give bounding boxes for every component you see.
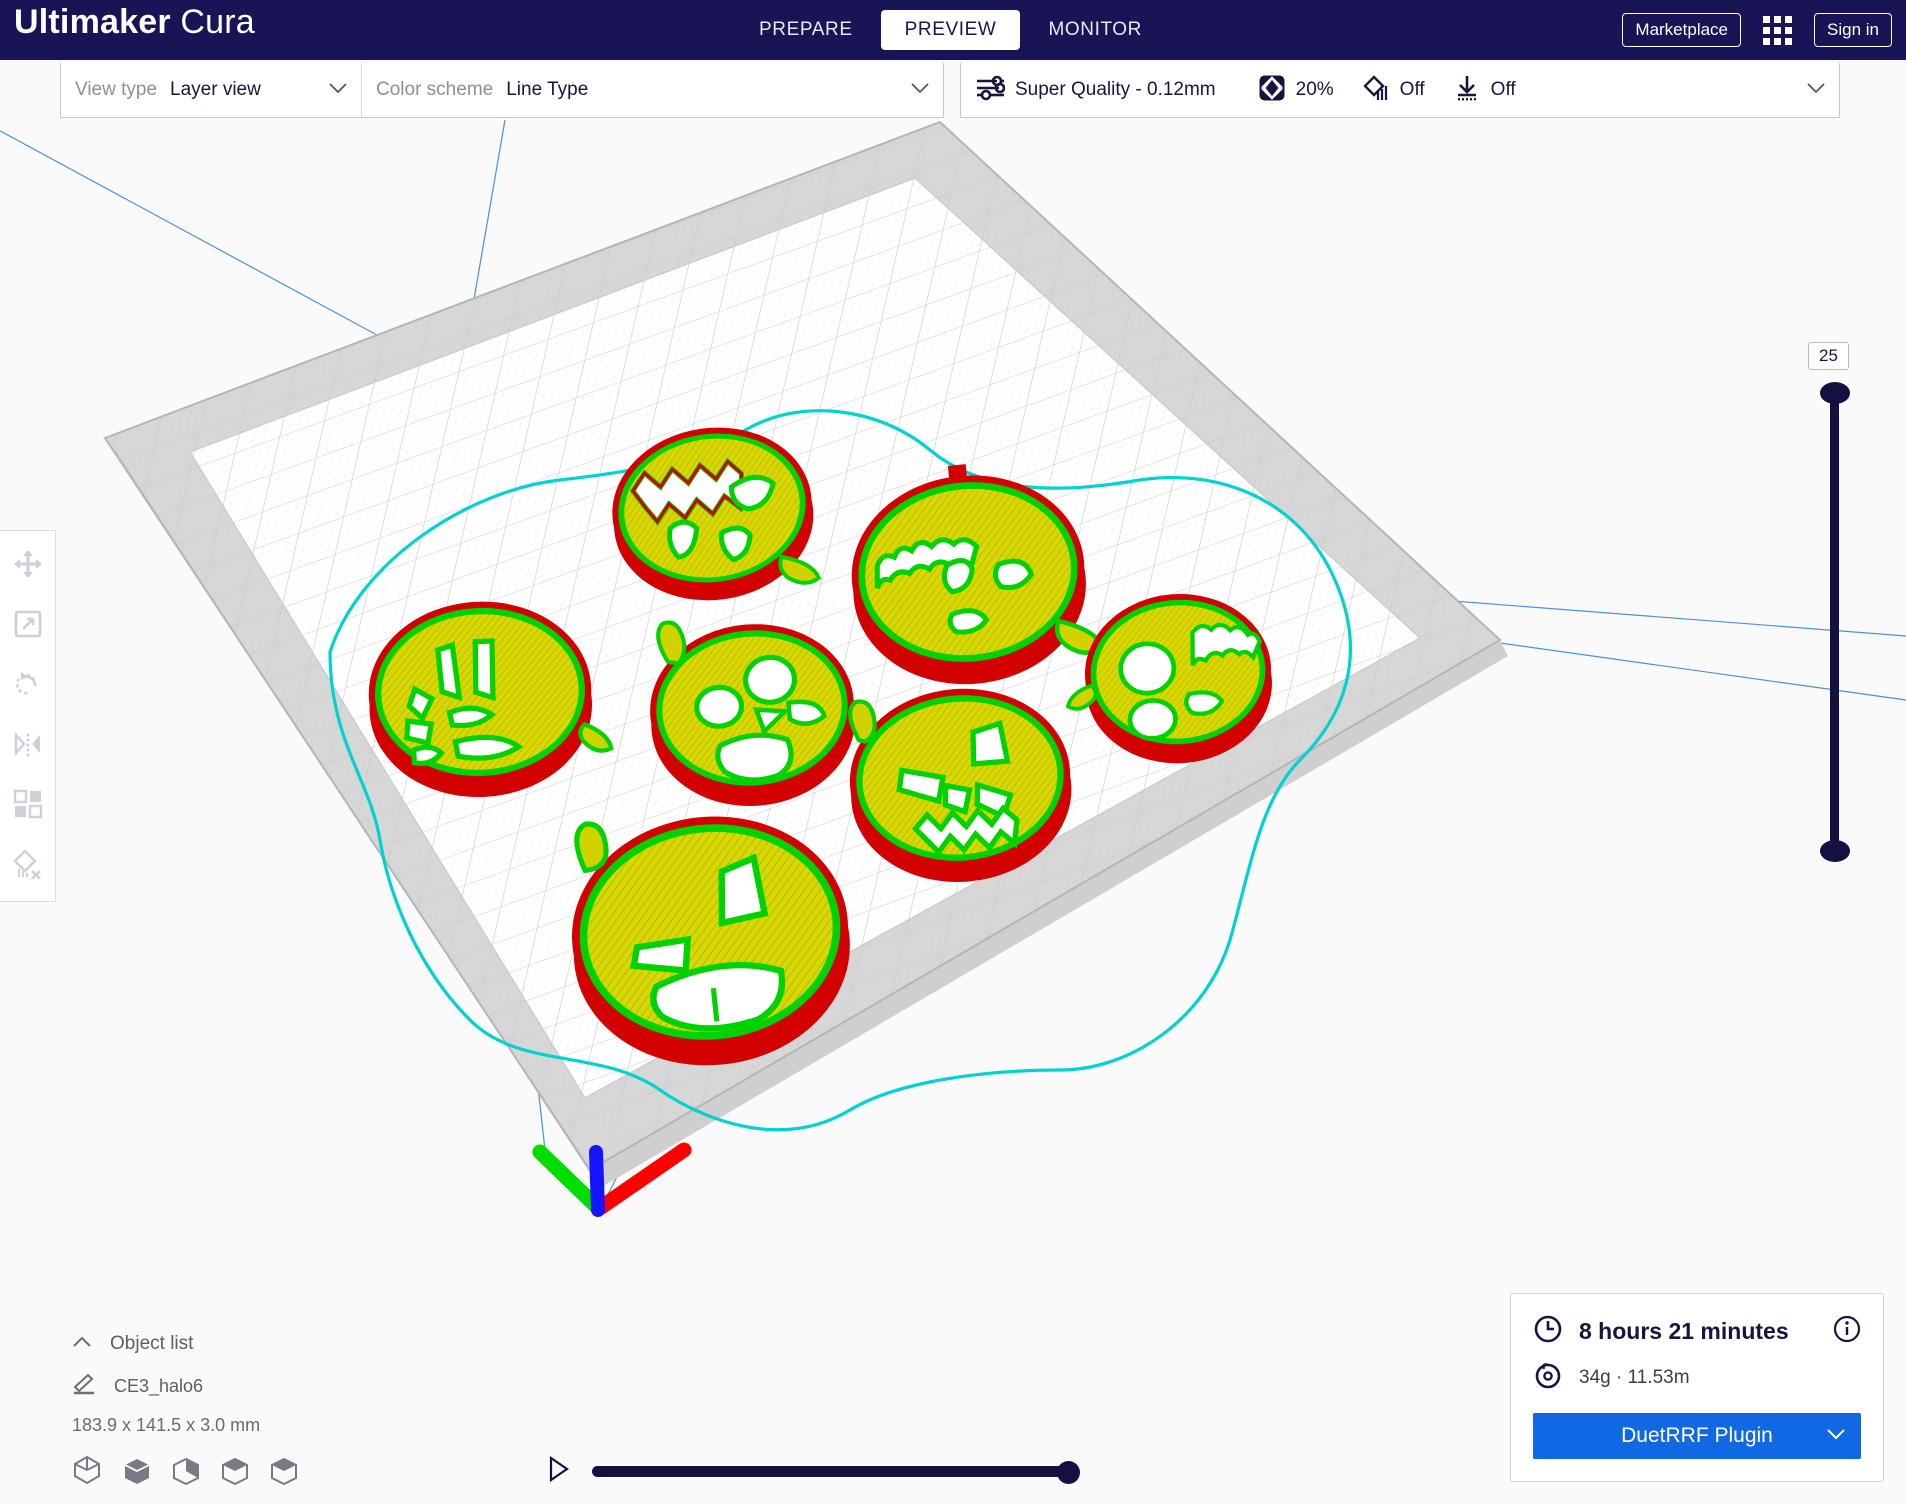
view-type-value: Layer view — [170, 79, 261, 100]
play-icon[interactable] — [548, 1455, 570, 1487]
print-info-card: 8 hours 21 minutes 34g · 11.53m DuetRRF … — [1510, 1293, 1884, 1482]
sign-in-button[interactable]: Sign in — [1814, 13, 1892, 47]
view-front-icon[interactable] — [121, 1455, 151, 1490]
chevron-up-icon — [72, 1335, 92, 1353]
object-dimensions: 183.9 x 141.5 x 3.0 mm — [72, 1415, 261, 1435]
view-type-dropdown[interactable]: View type Layer view — [61, 63, 361, 117]
simulation-play-bar — [548, 1455, 1080, 1487]
pencil-icon — [72, 1373, 96, 1400]
chevron-down-icon — [893, 81, 929, 99]
tab-prepare[interactable]: PREPARE — [735, 10, 877, 50]
main-tabs: PREPARE PREVIEW MONITOR — [735, 0, 1166, 60]
path-slider[interactable] — [592, 1460, 1080, 1484]
color-scheme-label: Color scheme — [376, 79, 494, 100]
sliders-icon — [975, 75, 1006, 106]
move-tool[interactable] — [11, 549, 45, 583]
tool-rail — [0, 530, 56, 902]
view-right-icon[interactable] — [268, 1455, 298, 1490]
brand-strong: Ultimaker — [14, 3, 171, 41]
infill-value: 20% — [1295, 79, 1334, 100]
path-slider-track[interactable] — [592, 1466, 1078, 1477]
per-model-settings-icon — [13, 789, 43, 824]
print-settings-toolbar[interactable]: Super Quality - 0.12mm 20% Off Off — [960, 63, 1840, 118]
support-blocker-icon — [12, 848, 43, 884]
clock-icon — [1533, 1314, 1563, 1349]
view-settings-toolbar: View type Layer view Color scheme Line T… — [60, 63, 944, 118]
object-list-toggle[interactable]: Object list — [72, 1333, 298, 1355]
support-summary[interactable]: Off — [1362, 74, 1425, 107]
layer-slider-value: 25 — [1808, 342, 1849, 370]
layer-slider[interactable]: 25 — [1806, 342, 1866, 880]
move-arrows-icon — [13, 549, 43, 584]
layer-slider-track[interactable] — [1830, 390, 1839, 862]
view-orientation-buttons — [72, 1455, 298, 1490]
tab-preview[interactable]: PREVIEW — [880, 10, 1021, 50]
view-3d-icon[interactable] — [72, 1455, 102, 1490]
support-blocker-tool[interactable] — [11, 848, 45, 884]
material-usage: 34g · 11.53m — [1579, 1366, 1690, 1388]
view-top-icon[interactable] — [170, 1455, 200, 1490]
material-row: 34g · 11.53m — [1533, 1360, 1861, 1395]
header-right-group: Marketplace Sign in — [1622, 0, 1892, 60]
support-value: Off — [1399, 79, 1425, 100]
layer-slider-upper-handle[interactable] — [1820, 382, 1850, 404]
print-time-row: 8 hours 21 minutes — [1533, 1314, 1861, 1349]
adhesion-value: Off — [1490, 79, 1516, 100]
object-name: CE3_halo6 — [114, 1376, 204, 1396]
chevron-down-icon[interactable] — [1827, 1427, 1845, 1445]
rotate-icon — [13, 669, 43, 704]
profile-summary[interactable]: Super Quality - 0.12mm — [975, 75, 1216, 106]
mirror-icon — [12, 729, 44, 764]
mirror-tool[interactable] — [11, 729, 45, 763]
object-list-panel: Object list CE3_halo6 183.9 x 141.5 x 3.… — [72, 1333, 298, 1490]
scale-tool[interactable] — [11, 609, 45, 643]
infill-summary[interactable]: 20% — [1258, 74, 1334, 107]
layer-slider-lower-handle[interactable] — [1820, 840, 1850, 862]
viewport-scene — [0, 119, 1906, 1217]
info-icon[interactable] — [1833, 1315, 1861, 1348]
spool-icon — [1533, 1360, 1563, 1395]
profile-value: Super Quality - 0.12mm — [1015, 79, 1216, 100]
support-icon — [1362, 74, 1390, 107]
rotate-tool[interactable] — [11, 669, 45, 703]
per-model-settings-tool[interactable] — [11, 789, 45, 823]
axis-z — [589, 1145, 605, 1217]
3d-viewport[interactable] — [0, 60, 1906, 1504]
chevron-down-icon — [311, 81, 347, 99]
app-header: Ultimaker Cura PREPARE PREVIEW MONITOR M… — [0, 0, 1906, 60]
tab-monitor[interactable]: MONITOR — [1024, 10, 1166, 50]
duetrrf-plugin-button[interactable]: DuetRRF Plugin — [1533, 1413, 1861, 1459]
view-left-icon[interactable] — [219, 1455, 249, 1490]
brand-light: Cura — [180, 3, 255, 41]
grid-apps-icon[interactable] — [1763, 15, 1793, 45]
infill-icon — [1258, 74, 1286, 107]
print-time: 8 hours 21 minutes — [1579, 1318, 1789, 1344]
object-list-item[interactable]: CE3_halo6 — [72, 1373, 298, 1400]
color-scheme-dropdown[interactable]: Color scheme Line Type — [361, 63, 943, 117]
color-scheme-value: Line Type — [506, 79, 589, 100]
path-slider-knob[interactable] — [1057, 1460, 1080, 1484]
scale-icon — [13, 609, 43, 644]
duetrrf-plugin-label: DuetRRF Plugin — [1621, 1424, 1773, 1447]
chevron-down-icon[interactable] — [1807, 81, 1825, 99]
adhesion-icon — [1453, 74, 1481, 107]
adhesion-summary[interactable]: Off — [1453, 74, 1516, 107]
app-brand: Ultimaker Cura — [14, 3, 255, 42]
marketplace-button[interactable]: Marketplace — [1622, 13, 1742, 47]
view-type-label: View type — [75, 79, 158, 100]
object-list-title: Object list — [110, 1333, 194, 1354]
